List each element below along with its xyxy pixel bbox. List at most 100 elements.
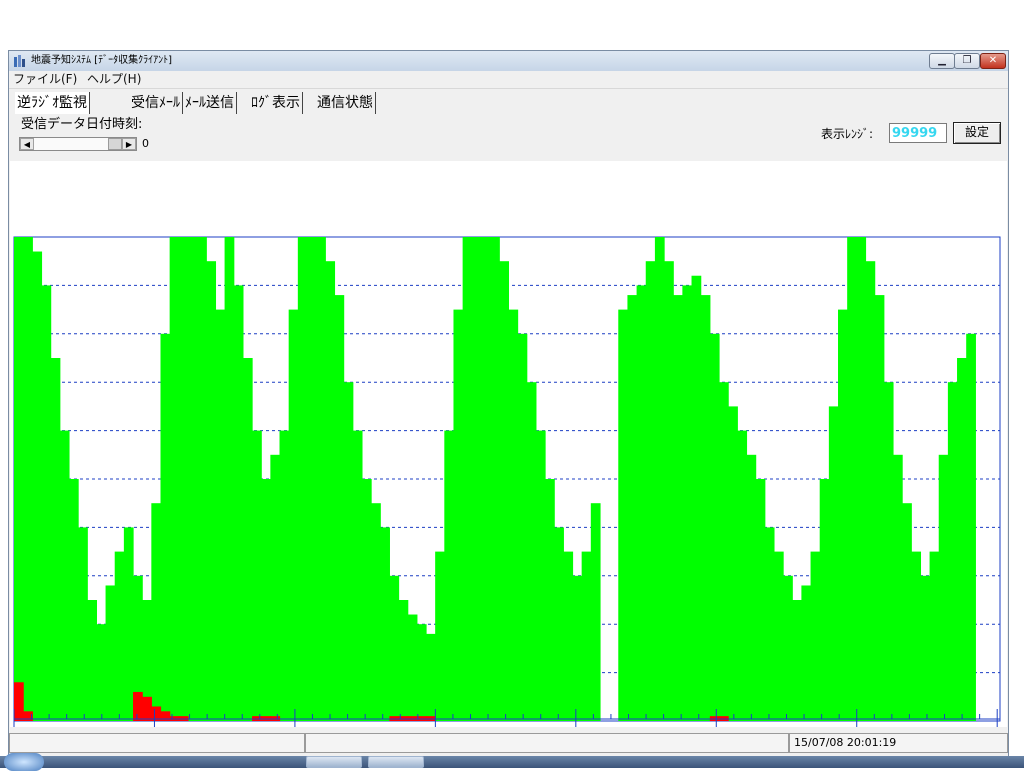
date-scrollbar[interactable]: ◀ ▶ — [19, 137, 137, 151]
status-timestamp: 15/07/08 20:01:19 — [789, 733, 1008, 753]
series-main-bar — [920, 575, 931, 721]
series-main-bar — [14, 237, 24, 721]
series-main-bar — [499, 261, 510, 721]
tab-communication-status[interactable]: 通信状態 — [315, 92, 376, 114]
series-main-bar — [856, 237, 867, 721]
series-main-bar — [453, 309, 464, 721]
display-range-input[interactable] — [889, 123, 947, 143]
series-main-bar — [902, 503, 912, 721]
series-main-bar — [947, 382, 958, 721]
series-main-bar — [435, 551, 445, 721]
series-main-bar — [801, 585, 812, 721]
series-main-bar — [288, 309, 299, 721]
series-main-bar — [261, 479, 271, 721]
series-main-bar — [883, 382, 894, 721]
series-main-bar — [847, 237, 857, 721]
series-main-bar — [389, 575, 400, 721]
series-main-bar — [371, 503, 381, 721]
taskbar-button-1[interactable] — [306, 756, 362, 768]
status-bar: 15/07/08 20:01:19 — [9, 731, 1008, 755]
series-main-bar — [334, 295, 345, 721]
minimize-button[interactable]: ▁ — [929, 53, 955, 69]
series-main-bar — [444, 430, 455, 721]
scroll-thumb[interactable] — [108, 138, 122, 150]
scroll-right-icon[interactable]: ▶ — [122, 138, 136, 150]
series-main-bar — [87, 600, 98, 721]
series-main-bar — [810, 551, 821, 721]
series-main-bar — [892, 454, 903, 721]
set-button[interactable]: 設定 — [953, 122, 1001, 144]
close-icon: ✕ — [988, 55, 998, 66]
menu-bar: ファイル(F) ヘルプ(H) — [9, 71, 1008, 89]
series-main-bar — [792, 600, 802, 721]
series-main-bar — [151, 503, 162, 721]
series-main-bar — [426, 633, 436, 721]
series-main-bar — [316, 237, 326, 721]
minimize-icon: ▁ — [938, 55, 946, 66]
series-main-bar — [178, 237, 189, 721]
restore-button[interactable]: ❐ — [954, 53, 980, 69]
series-main-bar — [306, 237, 317, 721]
series-main-bar — [41, 285, 52, 721]
series-main-bar — [215, 309, 226, 721]
series-secondary-bar — [142, 696, 152, 721]
tab-reverse-radio-monitor[interactable]: 逆ﾗｼﾞｵ監視 — [15, 92, 90, 114]
status-panel-left — [9, 733, 305, 753]
taskbar — [0, 753, 1024, 771]
series-main-bar — [535, 430, 546, 721]
series-main-bar — [78, 527, 88, 721]
series-main-bar — [746, 454, 757, 721]
series-main-bar — [50, 358, 61, 721]
series-main-bar — [654, 237, 665, 721]
series-main-bar — [828, 406, 839, 721]
series-main-bar — [242, 358, 253, 721]
menu-help[interactable]: ヘルプ(H) — [87, 72, 141, 87]
taskbar-button-2[interactable] — [368, 756, 424, 768]
series-main-bar — [526, 382, 537, 721]
series-main-bar — [252, 430, 262, 721]
series-main-bar — [819, 479, 830, 721]
series-main-bar — [627, 295, 638, 721]
series-main-bar — [160, 333, 171, 721]
series-main-bar — [545, 479, 555, 721]
series-main-bar — [416, 624, 427, 721]
series-main-bar — [343, 382, 354, 721]
series-main-bar — [361, 479, 372, 721]
series-main-bar — [554, 527, 564, 721]
title-bar[interactable]: 地震予知ｼｽﾃﾑ [ﾃﾞｰﾀ収集ｸﾗｲｱﾝﾄ] ▁ ❐ ✕ — [9, 51, 1008, 72]
series-main-bar — [325, 261, 336, 721]
series-main-bar — [233, 285, 244, 721]
series-main-bar — [197, 237, 207, 721]
series-main-bar — [709, 333, 720, 721]
scroll-value: 0 — [142, 137, 149, 150]
start-button[interactable] — [4, 753, 44, 771]
series-main-bar — [581, 551, 592, 721]
series-main-bar — [563, 551, 574, 721]
series-main-bar — [636, 285, 647, 721]
series-main-bar — [773, 551, 784, 721]
scroll-left-icon[interactable]: ◀ — [20, 138, 34, 150]
series-main-bar — [105, 585, 116, 721]
series-main-bar — [380, 527, 390, 721]
series-main-bar — [123, 527, 134, 721]
tab-send-mail[interactable]: ﾒｰﾙ送信 — [183, 92, 237, 114]
restore-icon: ❐ — [962, 55, 972, 66]
series-main-bar — [279, 430, 290, 721]
display-range-label: 表示ﾚﾝｼﾞ: — [821, 127, 874, 141]
series-main-bar — [572, 575, 583, 721]
series-main-bar — [169, 237, 180, 721]
series-main-bar — [352, 430, 363, 721]
series-main-bar — [682, 285, 693, 721]
series-main-bar — [728, 406, 738, 721]
close-button[interactable]: ✕ — [980, 53, 1006, 69]
series-main-bar — [590, 503, 601, 721]
series-main-bar — [838, 309, 848, 721]
series-main-bar — [471, 237, 482, 721]
app-icon — [14, 55, 25, 67]
tab-log-view[interactable]: ﾛｸﾞ表示 — [249, 92, 303, 114]
menu-file[interactable]: ファイル(F) — [13, 72, 77, 87]
series-main-bar — [206, 261, 217, 721]
tab-received-mail[interactable]: 受信ﾒｰﾙ — [129, 92, 183, 114]
series-main-bar — [517, 333, 528, 721]
series-main-bar — [718, 382, 729, 721]
